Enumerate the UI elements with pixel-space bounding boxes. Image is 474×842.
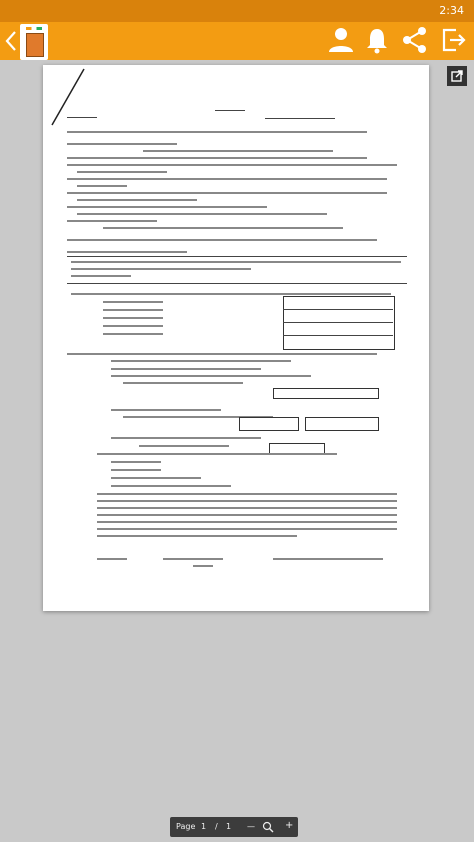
- zoom-out-button[interactable]: —: [247, 822, 255, 831]
- zoom-reset-icon[interactable]: [262, 821, 274, 833]
- status-time: 2:34: [439, 4, 464, 17]
- bell-icon[interactable]: [362, 25, 392, 55]
- back-chevron-icon[interactable]: [4, 28, 18, 54]
- total-pages: 1: [226, 822, 232, 831]
- zoom-in-button[interactable]: +: [285, 820, 293, 831]
- page-separator: /: [215, 822, 218, 831]
- exit-icon[interactable]: [438, 25, 468, 55]
- book-logo-icon: [26, 33, 44, 57]
- user-icon[interactable]: [326, 25, 356, 55]
- current-page-input[interactable]: 1: [201, 822, 206, 831]
- app-logo: [20, 24, 48, 60]
- app-bar: [0, 22, 474, 60]
- flag-stripe: [26, 27, 42, 30]
- page-navigation-bar: Page 1 / 1 — +: [170, 817, 298, 837]
- open-external-icon[interactable]: [447, 66, 467, 86]
- share-icon[interactable]: [400, 25, 430, 55]
- page-label: Page: [176, 822, 196, 831]
- document-fold-mark: [51, 68, 85, 126]
- status-bar: 2:34: [0, 0, 474, 22]
- document-page[interactable]: [43, 65, 429, 611]
